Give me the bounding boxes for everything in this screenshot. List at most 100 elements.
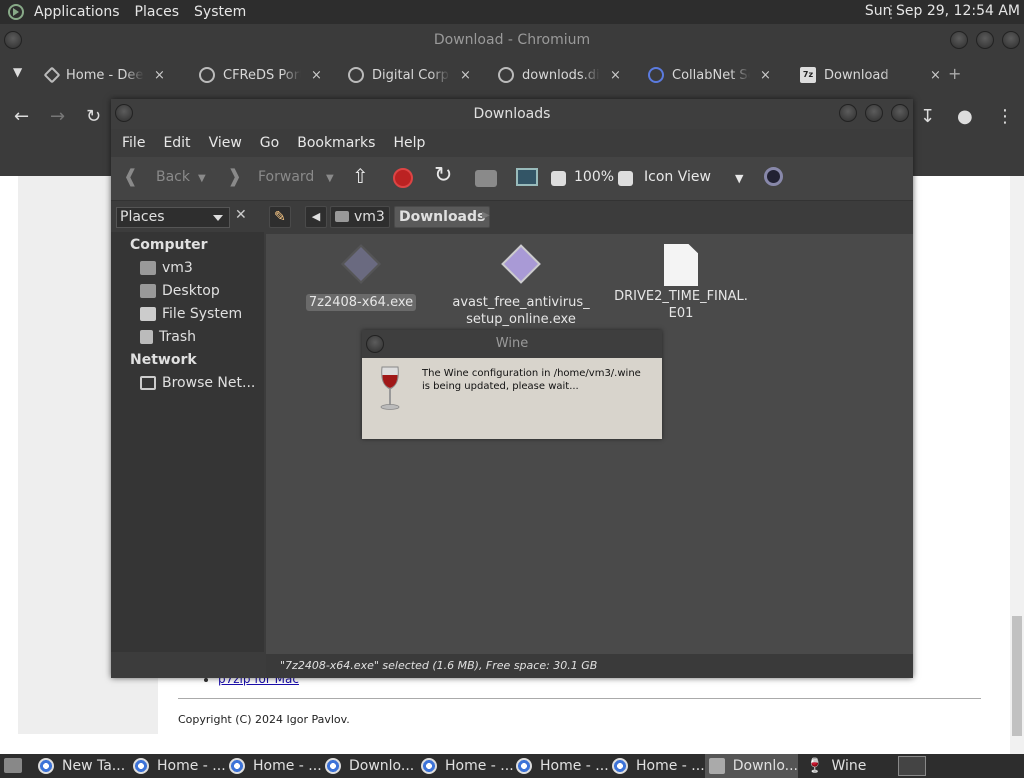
menu-view[interactable]: View xyxy=(209,135,242,151)
menu-file[interactable]: File xyxy=(122,135,145,151)
tab-collabnet[interactable]: CollabNet Se × xyxy=(648,60,771,90)
chromium-icon xyxy=(229,758,245,774)
drive-icon xyxy=(140,307,156,321)
menu-kebab-icon[interactable]: ⋮ xyxy=(996,106,1014,127)
task-chromium-home-2[interactable]: Home - ... xyxy=(229,754,322,778)
page-scrollbar[interactable] xyxy=(1010,176,1024,754)
tab-search-chevron-icon[interactable]: ▼ xyxy=(13,65,22,79)
computer-icon[interactable] xyxy=(516,168,538,186)
forward-button[interactable]: Forward xyxy=(258,169,314,185)
menu-bookmarks[interactable]: Bookmarks xyxy=(297,135,375,151)
forward-history-chevron-icon[interactable]: ▼ xyxy=(326,173,334,184)
sidebar-item-trash[interactable]: Trash xyxy=(140,329,196,345)
forward-arrow-icon[interactable]: → xyxy=(50,106,65,127)
task-chromium-home-4[interactable]: Home - ... xyxy=(516,754,609,778)
trash-icon xyxy=(140,330,153,344)
search-icon[interactable] xyxy=(764,167,783,186)
tab-close-icon[interactable]: × xyxy=(760,68,771,83)
new-tab-button[interactable]: + xyxy=(948,64,961,83)
close-button[interactable] xyxy=(1002,31,1020,49)
maximize-button[interactable] xyxy=(865,104,883,122)
zoom-out-icon[interactable] xyxy=(551,171,566,186)
workspace-switcher-icon[interactable] xyxy=(898,756,926,776)
fm-toolbar: ❰ Back ▼ ❱ Forward ▼ ⇧ ↻ 100% Icon View … xyxy=(111,157,913,201)
tab-close-icon[interactable]: × xyxy=(930,68,941,83)
page-divider xyxy=(178,698,981,699)
chromium-icon xyxy=(612,758,628,774)
back-arrow-icon[interactable]: ← xyxy=(14,106,29,127)
top-panel: Applications Places System Sun Sep 29, 1… xyxy=(0,0,1024,24)
zoom-level[interactable]: 100% xyxy=(574,169,614,185)
tab-home-deepspar[interactable]: Home - Deep × xyxy=(43,60,165,90)
tab-close-icon[interactable]: × xyxy=(311,68,322,83)
task-chromium-new-tab[interactable]: New Ta... xyxy=(38,754,125,778)
zoom-in-icon[interactable] xyxy=(618,171,633,186)
scrollbar-thumb[interactable] xyxy=(1012,616,1022,736)
applications-menu[interactable]: Applications xyxy=(34,4,120,20)
menu-help[interactable]: Help xyxy=(393,135,425,151)
taskbar: New Ta... Home - ... Home - ... Downlo..… xyxy=(0,754,1024,778)
applications-logo-icon[interactable] xyxy=(8,4,24,20)
profile-icon[interactable]: ● xyxy=(957,106,973,127)
sidebar-item-file-system[interactable]: File System xyxy=(140,306,242,322)
task-chromium-home-5[interactable]: Home - ... xyxy=(612,754,705,778)
reload-icon[interactable]: ↻ xyxy=(86,106,101,127)
file-item-drive2[interactable]: DRIVE2_TIME_FINAL. E01 xyxy=(611,244,751,322)
places-menu[interactable]: Places xyxy=(135,4,180,20)
tab-downlods[interactable]: downlods.dig × xyxy=(498,60,621,90)
back-history-chevron-icon[interactable]: ▼ xyxy=(198,173,206,184)
maximize-button[interactable] xyxy=(976,31,994,49)
path-right-arrow-icon[interactable]: ▶ xyxy=(482,210,490,221)
close-button[interactable] xyxy=(891,104,909,122)
sidebar-item-vm3[interactable]: vm3 xyxy=(140,260,193,276)
file-icon-view[interactable]: 7z2408-x64.exe avast_free_antivirus_ set… xyxy=(266,234,913,654)
stop-icon[interactable] xyxy=(393,168,413,188)
home-folder-icon[interactable] xyxy=(475,170,497,187)
window-menu-button[interactable] xyxy=(4,31,22,49)
sidebar-heading-computer: Computer xyxy=(130,237,208,253)
menu-go[interactable]: Go xyxy=(260,135,279,151)
sidebar-item-desktop[interactable]: Desktop xyxy=(140,283,220,299)
system-menu[interactable]: System xyxy=(194,4,246,20)
tab-close-icon[interactable]: × xyxy=(610,68,621,83)
sidebar-close-icon[interactable]: ✕ xyxy=(235,207,247,223)
tab-digital-corpora[interactable]: Digital Corpo × xyxy=(348,60,471,90)
chromium-window-title: Download - Chromium xyxy=(433,32,591,48)
tab-cfreds[interactable]: CFReDS Porta × xyxy=(199,60,322,90)
minimize-button[interactable] xyxy=(950,31,968,49)
copyright-text: Copyright (C) 2024 Igor Pavlov. xyxy=(178,713,350,726)
window-menu-button[interactable] xyxy=(366,335,384,353)
file-name: avast_free_antivirus_ setup_online.exe xyxy=(452,295,590,327)
path-button-downloads[interactable]: Downloads xyxy=(394,206,491,228)
path-button-vm3[interactable]: vm3 xyxy=(330,206,390,228)
edit-location-icon[interactable]: ✎ xyxy=(269,206,291,228)
wine-glass-icon xyxy=(380,366,400,410)
up-arrow-icon[interactable]: ⇧ xyxy=(352,164,369,188)
back-button[interactable]: Back xyxy=(156,169,190,185)
chromium-titlebar: Download - Chromium xyxy=(0,24,1024,56)
tab-close-icon[interactable]: × xyxy=(460,68,471,83)
file-item-7z2408[interactable]: 7z2408-x64.exe xyxy=(291,244,431,311)
task-chromium-download[interactable]: Downlo... xyxy=(325,754,414,778)
download-icon[interactable]: ↧ xyxy=(920,106,935,127)
chromium-icon xyxy=(133,758,149,774)
show-desktop-icon[interactable] xyxy=(4,758,22,773)
menu-edit[interactable]: Edit xyxy=(163,135,190,151)
places-dropdown[interactable]: Places xyxy=(116,207,230,228)
path-left-arrow-icon[interactable]: ◀ xyxy=(305,206,327,228)
tab-close-icon[interactable]: × xyxy=(154,68,165,83)
view-mode-chevron-icon[interactable]: ▼ xyxy=(735,172,743,185)
clock[interactable]: Sun Sep 29, 12:54 AM xyxy=(865,3,1020,19)
tab-download[interactable]: 7z Download × xyxy=(800,60,941,90)
task-downloads-folder[interactable]: Downlo... xyxy=(705,754,798,778)
network-icon xyxy=(140,376,156,390)
task-wine[interactable]: 🍷 Wine xyxy=(806,754,866,778)
file-item-avast[interactable]: avast_free_antivirus_ setup_online.exe xyxy=(451,244,591,328)
reload-icon[interactable]: ↻ xyxy=(434,163,452,188)
task-chromium-home-3[interactable]: Home - ... xyxy=(421,754,514,778)
minimize-button[interactable] xyxy=(839,104,857,122)
view-mode-select[interactable]: Icon View xyxy=(644,169,711,185)
task-chromium-home-1[interactable]: Home - ... xyxy=(133,754,226,778)
sidebar-item-browse-network[interactable]: Browse Net... xyxy=(140,375,255,391)
window-menu-button[interactable] xyxy=(115,104,133,122)
